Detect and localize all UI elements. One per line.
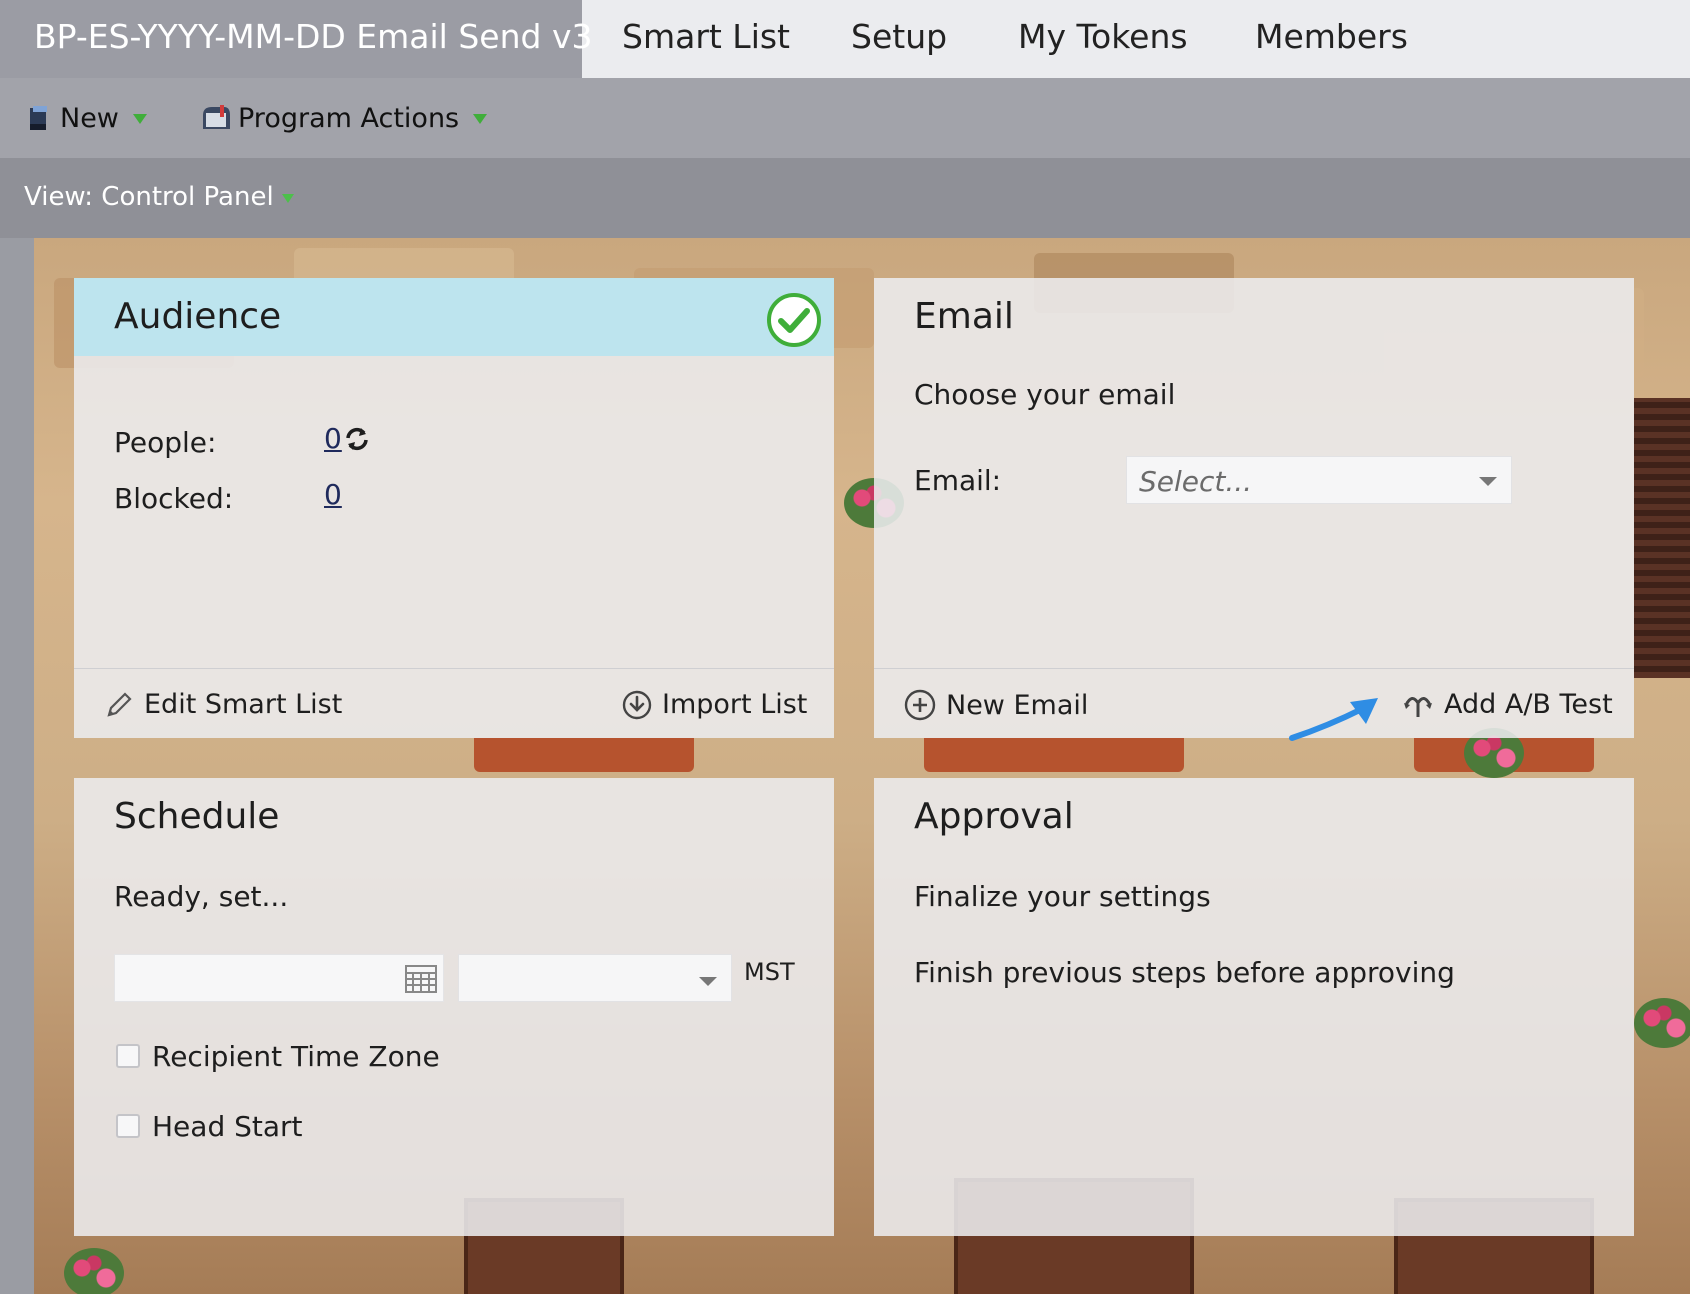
dropdown-arrow-icon — [132, 114, 147, 124]
program-actions-label: Program Actions — [238, 102, 460, 134]
annotation-arrow-icon — [1289, 698, 1378, 741]
tab-members[interactable]: Members — [1255, 0, 1408, 78]
head-start-label: Head Start — [152, 1110, 303, 1143]
schedule-subtitle: Ready, set... — [114, 880, 289, 913]
people-label: People: — [114, 426, 217, 459]
plus-circle-icon — [904, 689, 936, 721]
new-email-button[interactable]: New Email — [904, 689, 1088, 721]
new-label: New — [60, 102, 119, 134]
chevron-down-icon — [699, 977, 717, 986]
approval-subtitle: Finalize your settings — [914, 880, 1211, 913]
add-ab-test-label: Add A/B Test — [1444, 689, 1613, 720]
audience-footer: Edit Smart List Import List — [74, 668, 834, 738]
calendar-icon[interactable] — [405, 965, 437, 993]
mailbox-icon — [203, 105, 230, 129]
recipient-time-zone-checkbox[interactable] — [116, 1044, 140, 1068]
time-select[interactable] — [458, 954, 732, 1002]
edit-smart-list-label: Edit Smart List — [144, 689, 343, 720]
schedule-title: Schedule — [114, 796, 280, 837]
checkmark-circle-icon — [767, 293, 821, 347]
timezone-label: MST — [744, 958, 795, 986]
view-label: View: Control Panel — [24, 182, 274, 212]
approval-panel: Approval Finalize your settings Finish p… — [874, 778, 1634, 1236]
email-select-placeholder: Select... — [1139, 465, 1253, 498]
chevron-down-icon — [1479, 477, 1497, 486]
audience-panel: Audience People: 0 Blocked: 0 Edit Smart… — [74, 278, 834, 738]
email-select[interactable]: Select... — [1126, 456, 1512, 504]
tab-my-tokens[interactable]: My Tokens — [1018, 0, 1188, 78]
email-footer: New Email Add A/B Test — [874, 668, 1634, 738]
approval-title: Approval — [914, 796, 1074, 837]
dropdown-arrow-icon — [473, 114, 488, 124]
audience-title: Audience — [114, 296, 282, 337]
new-email-label: New Email — [946, 689, 1089, 721]
program-actions-button[interactable]: Program Actions — [200, 78, 488, 158]
import-icon — [622, 690, 652, 719]
tab-program-name[interactable]: BP-ES-YYYY-MM-DD Email Send v3 — [0, 0, 592, 78]
add-ab-test-button[interactable]: Add A/B Test — [1402, 689, 1613, 720]
blocked-count-link[interactable]: 0 — [324, 478, 342, 511]
refresh-icon[interactable] — [344, 426, 370, 452]
ab-test-icon — [1404, 696, 1432, 717]
approval-message: Finish previous steps before approving — [914, 956, 1455, 989]
email-field-label: Email: — [914, 464, 1002, 497]
dropdown-arrow-icon — [281, 193, 294, 203]
view-selector[interactable]: View: Control Panel — [24, 182, 294, 212]
new-icon — [30, 106, 47, 130]
blocked-label: Blocked: — [114, 482, 234, 515]
tab-setup[interactable]: Setup — [851, 0, 947, 78]
email-title: Email — [914, 296, 1014, 337]
import-list-label: Import List — [662, 689, 808, 720]
import-list-button[interactable]: Import List — [622, 689, 807, 720]
recipient-time-zone-label: Recipient Time Zone — [152, 1040, 440, 1073]
tab-smart-list[interactable]: Smart List — [622, 0, 790, 78]
people-count-link[interactable]: 0 — [324, 422, 342, 455]
new-menu-button[interactable]: New — [28, 78, 147, 158]
email-subtitle: Choose your email — [914, 378, 1176, 411]
toolbar: New Program Actions — [0, 78, 1690, 158]
date-input[interactable] — [114, 954, 444, 1002]
head-start-checkbox[interactable] — [116, 1114, 140, 1138]
email-panel: Email Choose your email Email: Select...… — [874, 278, 1634, 738]
program-tab-bar: BP-ES-YYYY-MM-DD Email Send v3 Smart Lis… — [0, 0, 1690, 78]
schedule-panel: Schedule Ready, set... MST Recipient Tim… — [74, 778, 834, 1236]
pencil-icon — [107, 691, 132, 717]
view-bar: View: Control Panel — [0, 158, 1690, 238]
edit-smart-list-button[interactable]: Edit Smart List — [104, 689, 342, 720]
